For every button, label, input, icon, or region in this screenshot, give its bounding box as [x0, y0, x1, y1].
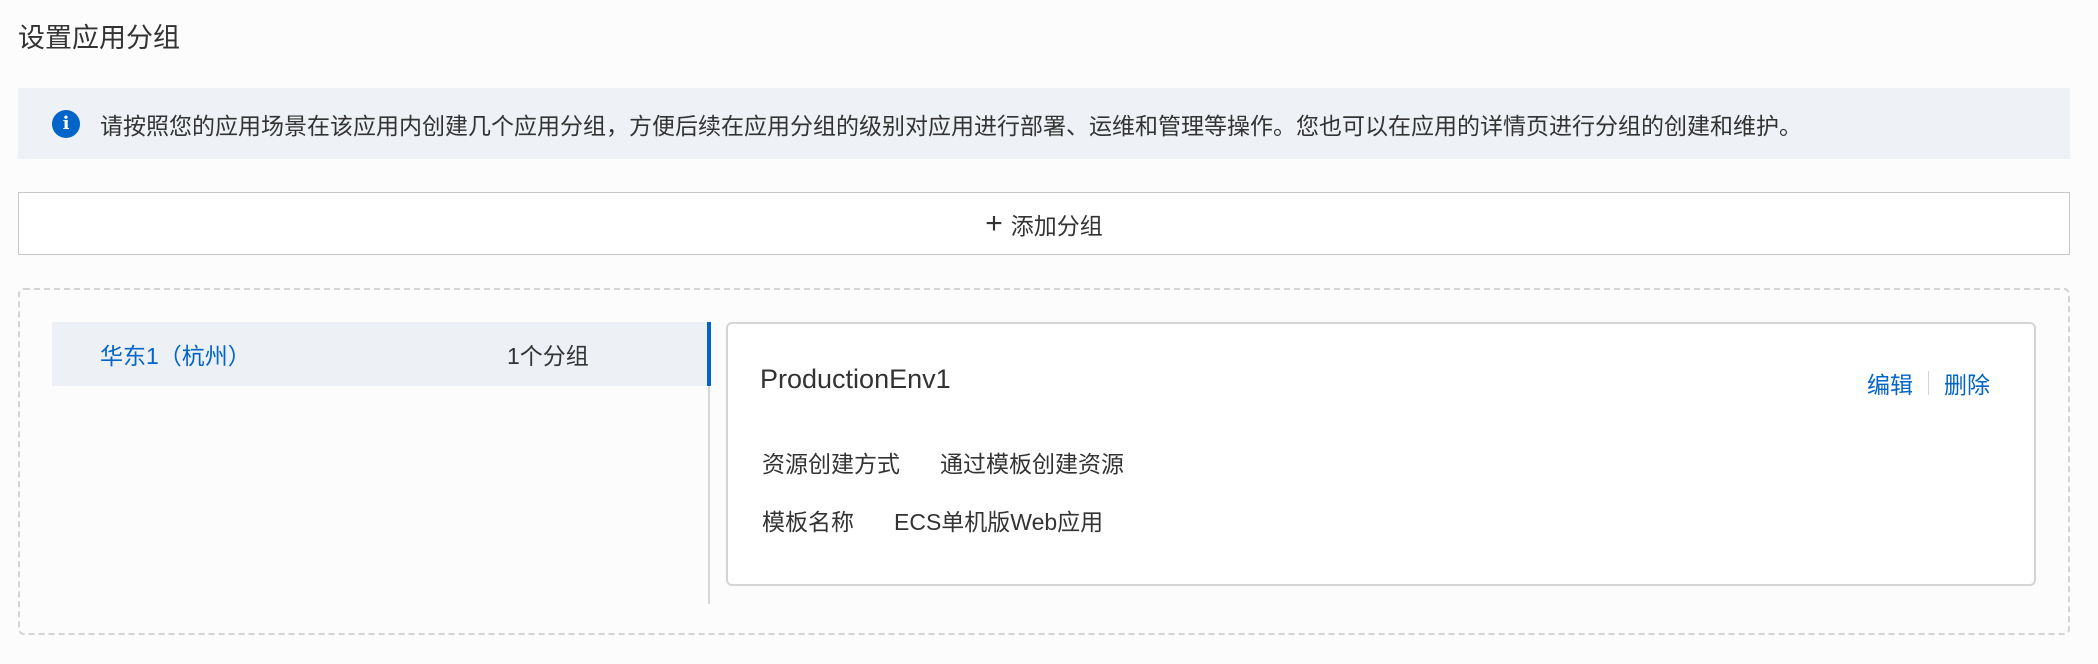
action-separator: [1928, 371, 1929, 395]
plus-icon: +: [985, 206, 1003, 240]
info-icon: i: [52, 109, 80, 138]
field-value: ECS单机版Web应用: [894, 509, 1104, 535]
edit-link[interactable]: 编辑: [1867, 366, 1913, 400]
group-actions: 编辑 删除: [1867, 366, 1990, 400]
delete-link[interactable]: 删除: [1944, 366, 1990, 400]
notice-text: 请按照您的应用场景在该应用内创建几个应用分组，方便后续在应用分组的级别对应用进行…: [100, 112, 1802, 139]
field-value: 通过模板创建资源: [940, 451, 1124, 477]
group-card: ProductionEnv1 编辑 删除 资源创建方式 通过模板创建资源 模板名…: [726, 322, 2036, 586]
region-name: 华东1（杭州）: [100, 343, 251, 369]
field-template-name: 模板名称 ECS单机版Web应用: [762, 503, 1103, 537]
group-panel: 华东1（杭州） 1个分组 ProductionEnv1 编辑 删除 资源创建方式…: [18, 288, 2070, 635]
page-title: 设置应用分组: [18, 23, 180, 53]
region-group-count: 1个分组: [507, 343, 589, 369]
add-group-button[interactable]: + 添加分组: [18, 192, 2070, 255]
field-label: 模板名称: [762, 509, 854, 535]
region-active-indicator: [707, 322, 711, 386]
region-item-hangzhou[interactable]: 华东1（杭州） 1个分组: [52, 322, 710, 386]
group-name: ProductionEnv1: [760, 364, 951, 394]
info-notice: i 请按照您的应用场景在该应用内创建几个应用分组，方便后续在应用分组的级别对应用…: [18, 88, 2070, 159]
add-group-label: 添加分组: [1010, 212, 1103, 239]
field-resource-method: 资源创建方式 通过模板创建资源: [762, 445, 1124, 479]
field-label: 资源创建方式: [762, 451, 900, 477]
